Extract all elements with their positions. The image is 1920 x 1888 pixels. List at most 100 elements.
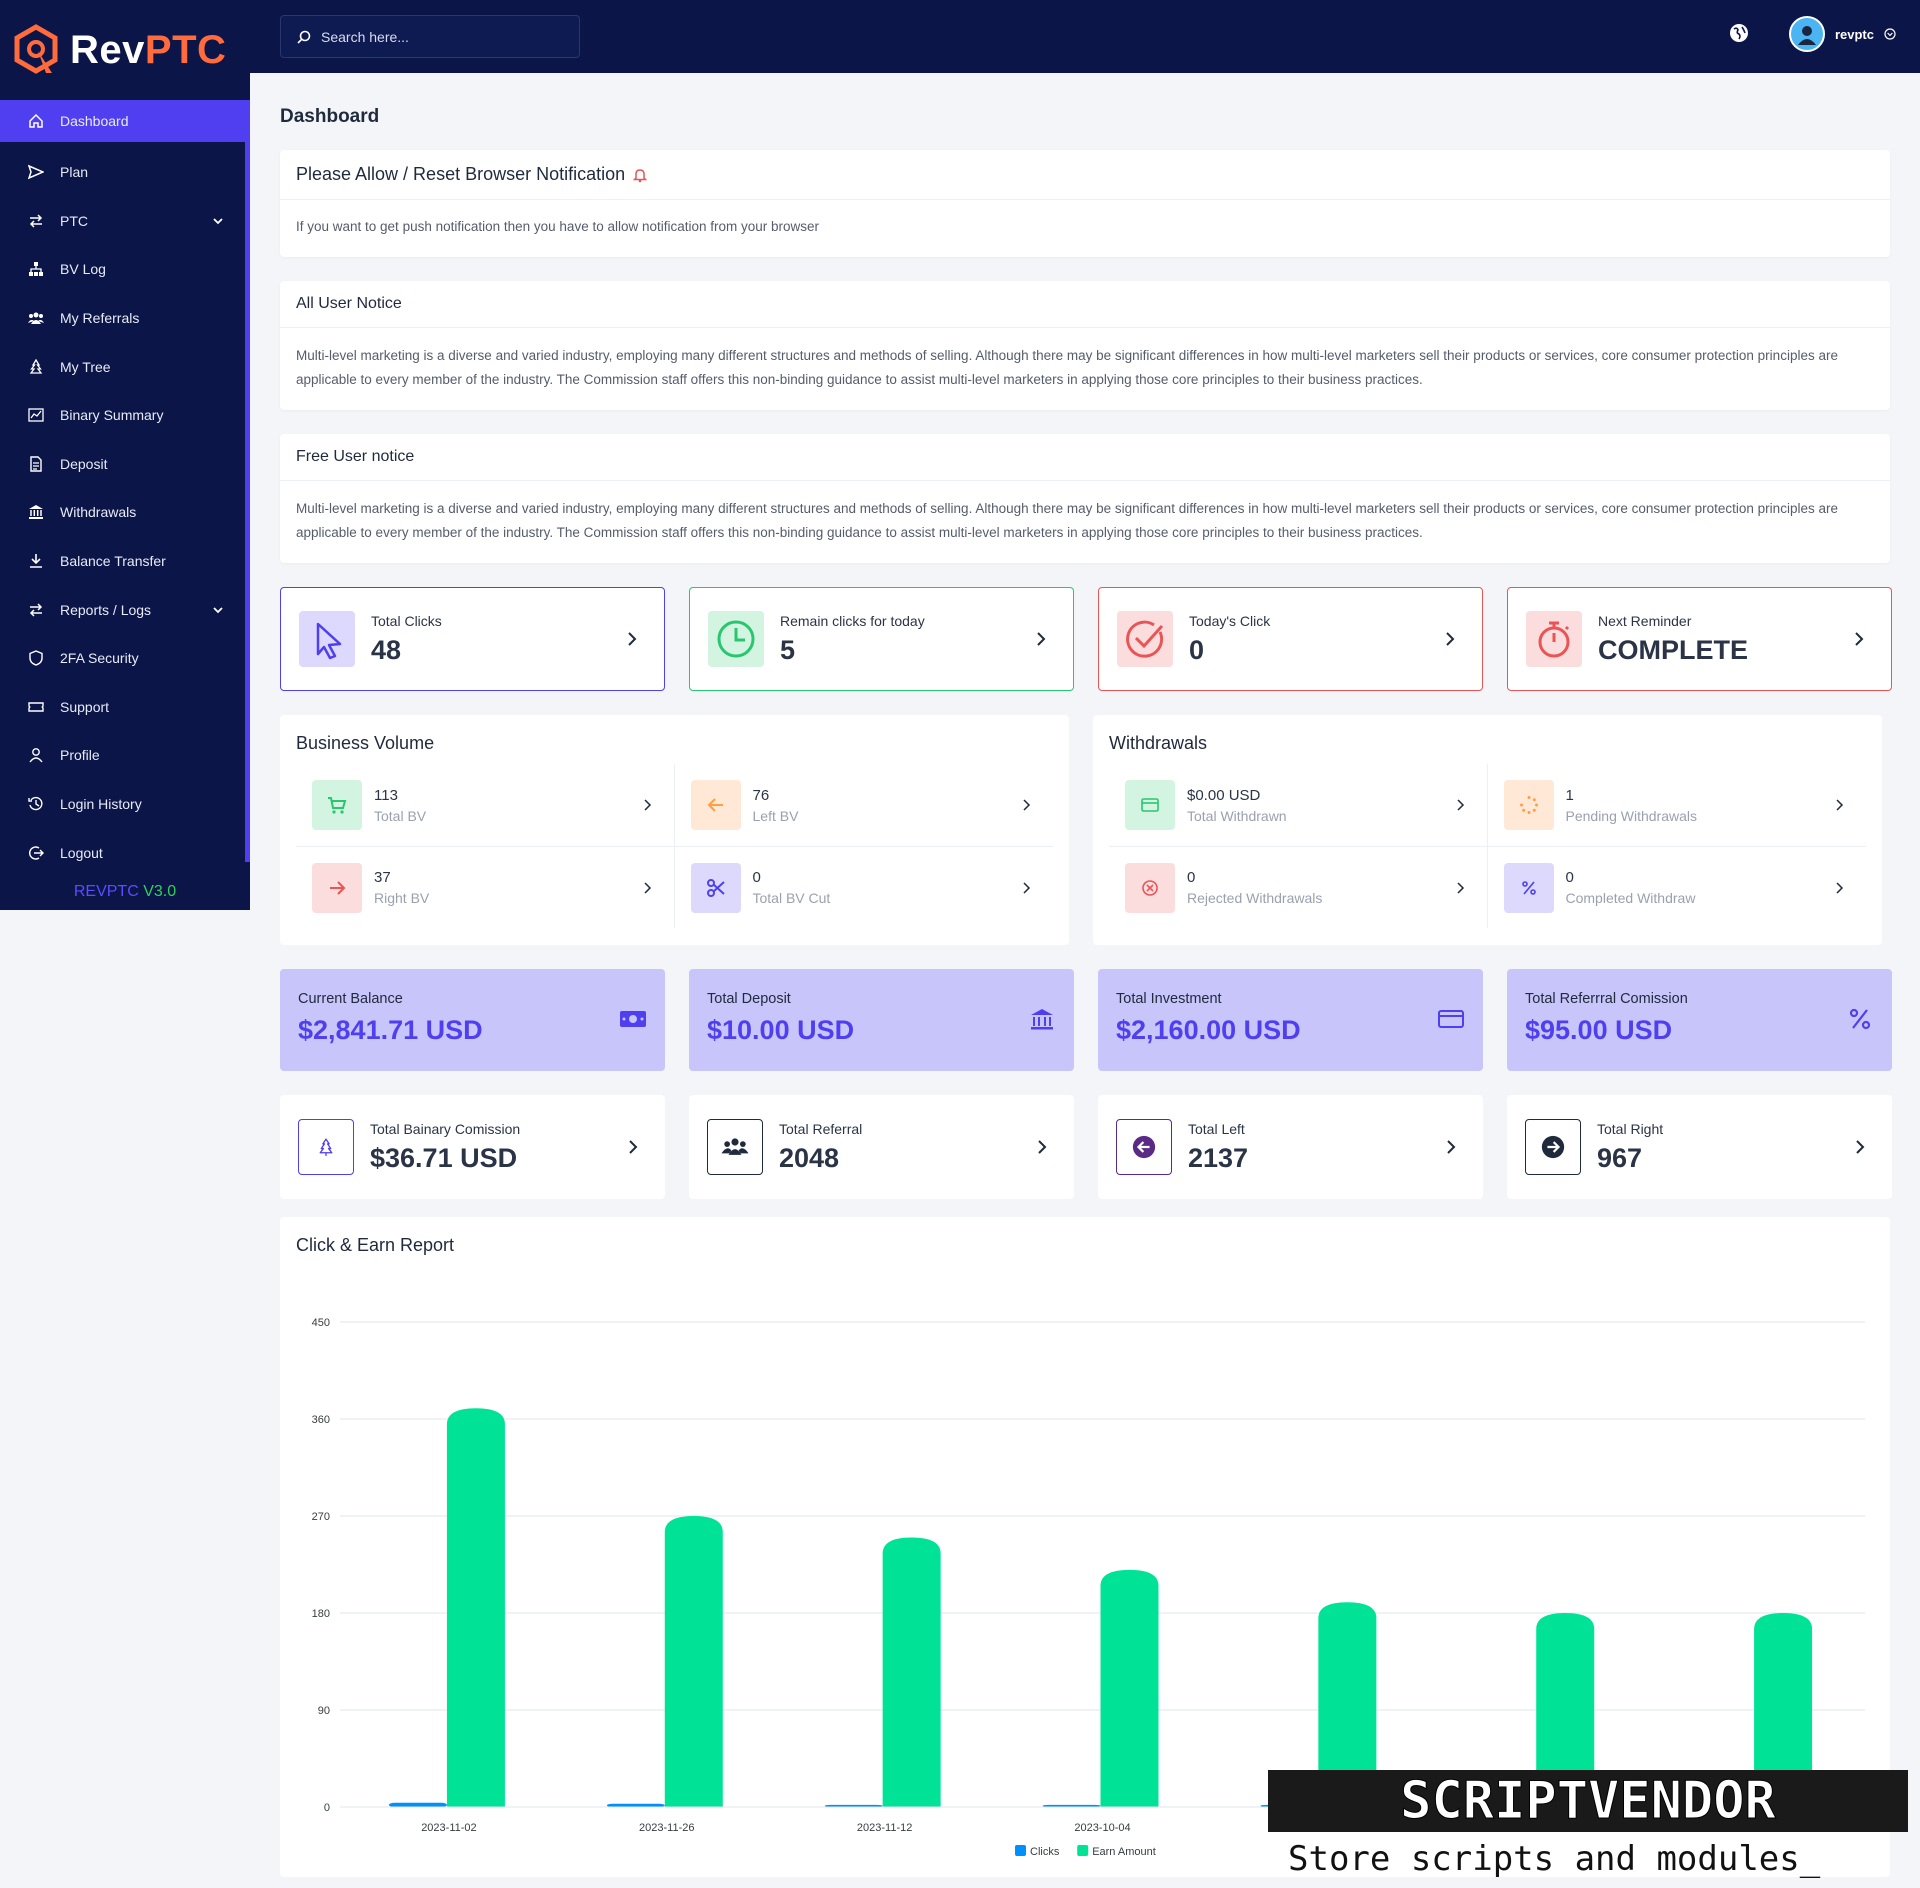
balance-card-current[interactable]: Current Balance $2,841.71 USD	[280, 969, 665, 1071]
stats-row: Total Clicks 48 Remain clicks for today 5 …	[280, 587, 1892, 691]
sidebar-item-profile[interactable]: Profile	[0, 731, 250, 780]
brand-logo[interactable]: RevPTC	[0, 0, 250, 100]
balance-value: $2,160.00 USD	[1116, 1015, 1301, 1045]
globe-icon[interactable]	[1728, 22, 1750, 44]
exchange-icon	[28, 213, 44, 229]
sidebar-item-label: My Tree	[60, 358, 111, 375]
exchange-icon	[28, 602, 44, 618]
sidebar-item-label: Login History	[60, 796, 142, 813]
mini-value: 0	[1565, 869, 1574, 886]
sidebar-item-label: PTC	[60, 212, 88, 229]
chevron-right-icon	[1038, 1140, 1047, 1154]
chevron-down-icon	[213, 607, 223, 613]
topbar: revptc	[250, 0, 1920, 73]
x-tick-label: 2023-10-04	[1074, 1822, 1130, 1834]
sidebar-item-binary-summary[interactable]: Binary Summary	[0, 391, 250, 440]
version-label: REVPTC V3.0	[0, 883, 250, 901]
stat-card-total-clicks[interactable]: Total Clicks 48	[280, 587, 665, 691]
bar-clicks	[388, 1802, 447, 1807]
withdraw-total[interactable]: $0.00 USD Total Withdrawn	[1109, 764, 1488, 846]
cart-icon	[328, 797, 347, 814]
balance-label: Current Balance	[298, 991, 403, 1007]
scriptvendor-watermark: SCRIPTVENDOR Store scripts and modules_	[1268, 1770, 1908, 1879]
stat-card-todays-click[interactable]: Today's Click 0	[1098, 587, 1483, 691]
total-card-referral[interactable]: Total Referral 2048	[689, 1095, 1074, 1199]
cursor-icon	[316, 622, 342, 660]
scissors-icon	[706, 878, 725, 897]
search-icon	[297, 30, 311, 44]
sidebar-item-plan[interactable]: Plan	[0, 148, 250, 197]
sidebar-item-my-referrals[interactable]: My Referrals	[0, 294, 250, 343]
all-user-notice-card: All User Notice Multi-level marketing is…	[280, 281, 1890, 410]
tree-icon	[28, 358, 44, 375]
notice-body: If you want to get push notification the…	[296, 219, 820, 234]
sidebar-item-dashboard[interactable]: Dashboard	[0, 100, 250, 142]
withdraw-pending[interactable]: 1 Pending Withdrawals	[1488, 764, 1867, 846]
sidebar-item-2fa-security[interactable]: 2FA Security	[0, 634, 250, 683]
withdraw-rejected[interactable]: 0 Rejected Withdrawals	[1109, 846, 1488, 928]
legend-label: Earn Amount	[1092, 1846, 1156, 1858]
mini-value: 113	[374, 786, 398, 804]
sidebar-item-withdrawals[interactable]: Withdrawals	[0, 488, 250, 537]
bv-total[interactable]: 113 Total BV	[296, 764, 675, 846]
bar-earn-amount	[1100, 1569, 1159, 1807]
stat-icon-box	[1116, 1119, 1172, 1175]
chevron-down-icon	[213, 218, 223, 225]
mini-value: 76	[752, 786, 770, 804]
money-icon	[620, 1011, 646, 1027]
brand-name: RevPTC	[70, 28, 226, 73]
sidebar-item-ptc[interactable]: PTC	[0, 197, 250, 246]
total-card-binary-commission[interactable]: Total Bainary Comission $36.71 USD	[280, 1095, 665, 1199]
chevron-right-icon	[1023, 799, 1031, 811]
tree-icon	[319, 1138, 333, 1156]
bv-left[interactable]: 76 Left BV	[675, 764, 1054, 846]
balance-card-deposit[interactable]: Total Deposit $10.00 USD	[689, 969, 1074, 1071]
stat-label: Total Right	[1597, 1120, 1664, 1137]
sidebar-item-label: Dashboard	[60, 113, 129, 129]
balance-label: Total Deposit	[707, 991, 791, 1007]
bar-earn-amount	[882, 1537, 941, 1807]
balance-value: $10.00 USD	[707, 1015, 855, 1045]
sidebar-item-deposit[interactable]: Deposit	[0, 440, 250, 489]
stat-card-remain-clicks[interactable]: Remain clicks for today 5	[689, 587, 1074, 691]
stat-value: 0	[1189, 634, 1205, 665]
bv-cut[interactable]: 0 Total BV Cut	[674, 846, 1053, 928]
stat-label: Next Reminder	[1598, 612, 1692, 629]
sidebar-item-label: Support	[60, 698, 110, 715]
legend-marker	[1015, 1845, 1026, 1856]
sidebar-item-my-tree[interactable]: My Tree	[0, 342, 250, 391]
balance-card-referral-commission[interactable]: Total Referrral Comission $95.00 USD	[1507, 969, 1892, 1071]
credit-card-icon	[1141, 798, 1159, 812]
x-tick-label: 2023-11-02	[421, 1822, 476, 1834]
spinner-icon	[1519, 796, 1538, 814]
stat-icon-box	[1526, 611, 1582, 667]
sidebar-item-logout[interactable]: Logout	[0, 828, 250, 877]
totals-row: Total Bainary Comission $36.71 USD Total …	[280, 1095, 1892, 1199]
total-card-left[interactable]: Total Left 2137	[1098, 1095, 1483, 1199]
user-avatar-icon	[1797, 26, 1816, 45]
sidebar-scrollbar[interactable]	[245, 102, 250, 862]
mini-value: $0.00 USD	[1187, 786, 1261, 804]
balance-card-investment[interactable]: Total Investment $2,160.00 USD	[1098, 969, 1483, 1071]
bv-right[interactable]: 37 Right BV	[296, 846, 675, 928]
sidebar-item-login-history[interactable]: Login History	[0, 780, 250, 829]
bell-icon	[633, 168, 648, 182]
total-card-right[interactable]: Total Right 967	[1507, 1095, 1892, 1199]
mini-value: 37	[374, 869, 391, 886]
bank-icon	[1031, 1009, 1053, 1030]
user-menu[interactable]: revptc	[1788, 16, 1896, 52]
sidebar-item-support[interactable]: Support	[0, 683, 250, 732]
sidebar-item-bv-log[interactable]: BV Log	[0, 245, 250, 294]
chevron-right-icon	[643, 799, 651, 811]
chevron-right-icon	[1023, 881, 1031, 894]
chevron-right-icon	[1447, 1140, 1456, 1154]
search-box[interactable]	[280, 15, 580, 58]
sidebar-item-label: Deposit	[60, 455, 108, 472]
search-input[interactable]	[321, 28, 561, 45]
sidebar-item-reports-logs[interactable]: Reports / Logs	[0, 585, 250, 634]
y-tick-label: 0	[324, 1802, 330, 1814]
withdraw-completed[interactable]: 0 Completed Withdraw	[1487, 846, 1866, 928]
sidebar-item-balance-transfer[interactable]: Balance Transfer	[0, 537, 250, 586]
revptc-logo-icon	[14, 24, 58, 74]
stat-card-next-reminder[interactable]: Next Reminder COMPLETE	[1507, 587, 1892, 691]
